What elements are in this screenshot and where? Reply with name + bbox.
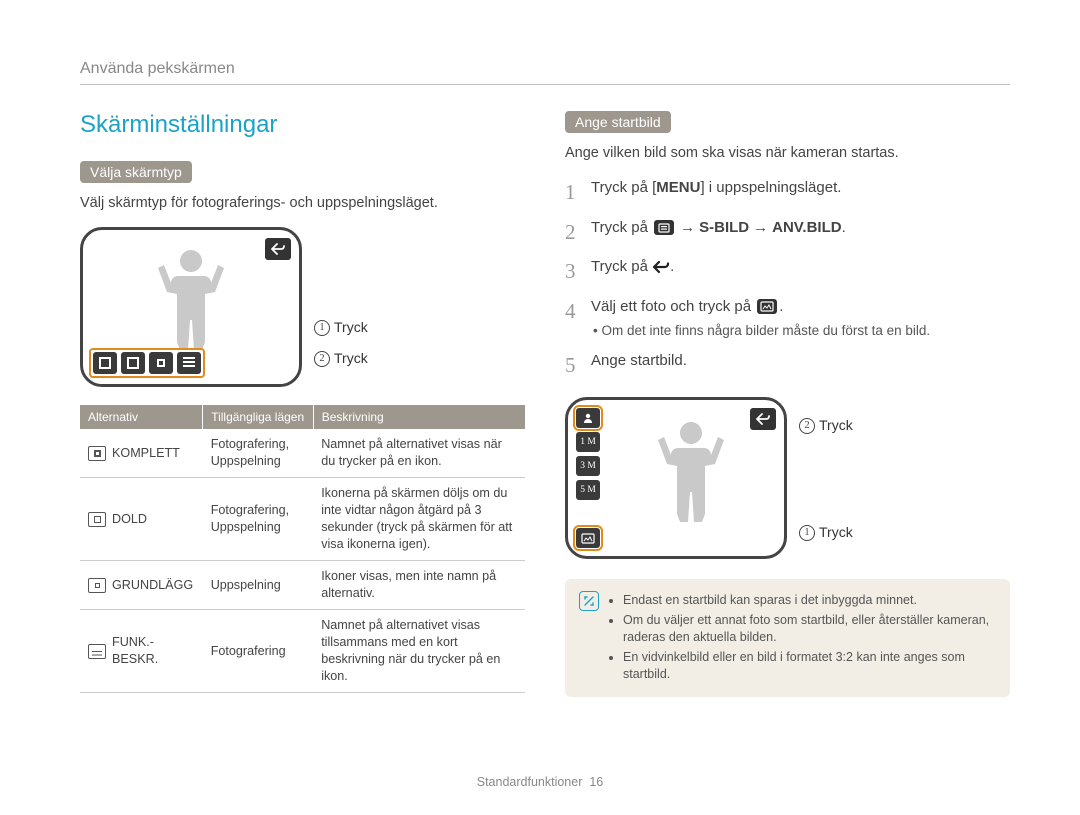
step-subnote: Om det inte finns några bilder måste du … xyxy=(591,321,1010,341)
step-text: ] i uppspelningsläget. xyxy=(700,179,841,196)
callout-row: 2Tryck xyxy=(314,350,368,367)
step-number: 3 xyxy=(565,256,581,288)
option-desc: Ikoner visas, men inte namn på alternati… xyxy=(313,561,525,610)
toolbar-highlight xyxy=(89,348,205,378)
option-name: GRUNDLÄGG xyxy=(112,577,193,594)
circled-two-icon: 2 xyxy=(314,351,330,367)
step-strong: ANV.BILD xyxy=(772,219,841,236)
step-text: Välj ett foto och tryck på xyxy=(591,298,755,315)
left-column: Skärminställningar Välja skärmtyp Välj s… xyxy=(80,111,525,697)
callout-row: 1Tryck xyxy=(799,524,853,541)
page-title: Skärminställningar xyxy=(80,111,525,139)
table-header: Tillgängliga lägen xyxy=(203,405,313,429)
note-item: En vidvinkelbild eller en bild i formate… xyxy=(623,649,996,683)
camera-screen-left xyxy=(80,227,302,387)
circled-one-icon: 1 xyxy=(799,525,815,541)
steps-list: 1 Tryck på [MENU] i uppspelningsläget. 2… xyxy=(565,177,1010,381)
section-label-right: Ange startbild xyxy=(565,111,671,133)
section-intro-left: Välj skärmtyp för fotograferings- och up… xyxy=(80,193,525,213)
option-name: KOMPLETT xyxy=(112,445,180,462)
person-icon[interactable] xyxy=(576,408,600,428)
callout-text: Tryck xyxy=(819,417,853,433)
settings-icon xyxy=(654,220,674,235)
set-image-icon[interactable] xyxy=(576,528,600,548)
option-desc: Ikonerna på skärmen döljs om du inte vid… xyxy=(313,478,525,561)
table-row: GRUNDLÄGG Uppspelning Ikoner visas, men … xyxy=(80,561,525,610)
footer-section: Standardfunktioner xyxy=(477,775,583,789)
display-mode-funcdesc-icon[interactable] xyxy=(177,352,201,374)
step-item: 3 Tryck på . xyxy=(565,256,1010,288)
section-label-left: Välja skärmtyp xyxy=(80,161,192,183)
callout-text: Tryck xyxy=(819,524,853,540)
option-modes: Fotografering, Uppspelning xyxy=(203,478,313,561)
set-image-icon xyxy=(757,299,777,314)
step-item: 1 Tryck på [MENU] i uppspelningsläget. xyxy=(565,177,1010,209)
callout-row: 1Tryck xyxy=(314,319,368,336)
info-icon xyxy=(579,591,599,611)
table-header: Alternativ xyxy=(80,405,203,429)
step-number: 5 xyxy=(565,350,581,382)
option-modes: Fotografering xyxy=(203,610,313,693)
breadcrumb: Använda pekskärmen xyxy=(80,60,1010,85)
display-mode-basic-icon xyxy=(88,578,106,593)
display-mode-complete-icon xyxy=(88,446,106,461)
step-text: . xyxy=(779,298,783,315)
callout-row: 2Tryck xyxy=(799,417,853,434)
table-row: KOMPLETT Fotografering, Uppspelning Namn… xyxy=(80,429,525,478)
callout-text: Tryck xyxy=(334,319,368,335)
step-strong: MENU xyxy=(656,179,700,196)
page-footer: Standardfunktioner 16 xyxy=(0,775,1080,789)
table-row: FUNK.-BESKR. Fotografering Namnet på alt… xyxy=(80,610,525,693)
note-item: Endast en startbild kan sparas i det inb… xyxy=(623,592,996,609)
circled-one-icon: 1 xyxy=(314,320,330,336)
step-number: 2 xyxy=(565,217,581,249)
step-text: Ange startbild. xyxy=(591,352,687,369)
step-text: . xyxy=(842,219,846,236)
section-intro-right: Ange vilken bild som ska visas när kamer… xyxy=(565,143,1010,163)
size-label: 1 M xyxy=(580,437,596,447)
table-row: DOLD Fotografering, Uppspelning Ikonerna… xyxy=(80,478,525,561)
circled-two-icon: 2 xyxy=(799,418,815,434)
step-item: 2 Tryck på →S-BILD→ANV.BILD. xyxy=(565,217,1010,249)
size-option-icon[interactable]: 5 M xyxy=(576,480,600,500)
step-text: Tryck på [ xyxy=(591,179,656,196)
footer-page: 16 xyxy=(589,775,603,789)
display-mode-hidden-icon xyxy=(88,512,106,527)
table-header: Beskrivning xyxy=(313,405,525,429)
note-item: Om du väljer ett annat foto som startbil… xyxy=(623,612,996,646)
arrow-icon: → xyxy=(753,219,768,236)
size-option-icon[interactable]: 1 M xyxy=(576,432,600,452)
option-desc: Namnet på alternativet visas när du tryc… xyxy=(313,429,525,478)
callout-text: Tryck xyxy=(334,350,368,366)
camera-screen-right: 1 M 3 M 5 M xyxy=(565,397,787,559)
step-item: 4 Välj ett foto och tryck på . Om det in… xyxy=(565,296,1010,342)
step-strong: S-BILD xyxy=(699,219,749,236)
size-label: 5 M xyxy=(580,485,596,495)
arrow-icon: → xyxy=(680,219,695,236)
option-modes: Fotografering, Uppspelning xyxy=(203,429,313,478)
display-mode-funcdesc-icon xyxy=(88,644,106,659)
step-number: 4 xyxy=(565,296,581,342)
option-name: DOLD xyxy=(112,511,147,528)
option-modes: Uppspelning xyxy=(203,561,313,610)
display-mode-basic-icon[interactable] xyxy=(149,352,173,374)
size-label: 3 M xyxy=(580,461,596,471)
option-desc: Namnet på alternativet visas tillsammans… xyxy=(313,610,525,693)
option-name: FUNK.-BESKR. xyxy=(112,634,195,668)
back-icon[interactable] xyxy=(265,238,291,260)
step-item: 5 Ange startbild. xyxy=(565,350,1010,382)
note-box: Endast en startbild kan sparas i det inb… xyxy=(565,579,1010,697)
back-icon[interactable] xyxy=(750,408,776,430)
display-mode-hidden-icon[interactable] xyxy=(121,352,145,374)
size-option-icon[interactable]: 3 M xyxy=(576,456,600,476)
step-text: Tryck på xyxy=(591,258,652,275)
step-text: Tryck på xyxy=(591,219,652,236)
step-number: 1 xyxy=(565,177,581,209)
display-mode-complete-icon[interactable] xyxy=(93,352,117,374)
right-column: Ange startbild Ange vilken bild som ska … xyxy=(565,111,1010,697)
options-table: Alternativ Tillgängliga lägen Beskrivnin… xyxy=(80,405,525,693)
back-icon xyxy=(652,260,670,274)
step-text: . xyxy=(670,258,674,275)
